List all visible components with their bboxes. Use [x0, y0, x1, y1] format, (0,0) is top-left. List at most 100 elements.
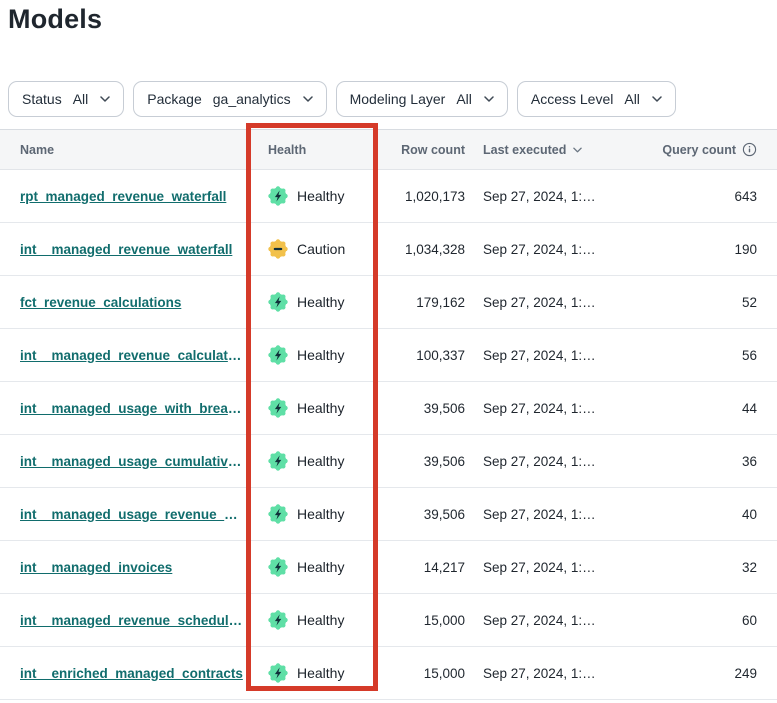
health-cell: Healthy: [248, 451, 380, 471]
column-header-query-count: Query count: [625, 142, 777, 157]
filter-label: Modeling Layer: [350, 91, 446, 107]
health-label: Healthy: [297, 400, 344, 416]
models-page: Models Status All Package ga_analytics M…: [0, 0, 777, 703]
filter-label: Package: [147, 91, 201, 107]
query-count-cell: 36: [625, 454, 777, 469]
last-executed-cell: Sep 27, 2024, 1:…: [465, 401, 625, 416]
health-cell: Healthy: [248, 292, 380, 312]
last-executed-cell: Sep 27, 2024, 1:…: [465, 189, 625, 204]
health-label: Healthy: [297, 347, 344, 363]
model-link[interactable]: int__enriched_managed_contracts: [20, 666, 244, 681]
health-badge-icon: [268, 239, 288, 259]
model-link[interactable]: int__managed_revenue_schedule_…: [20, 613, 244, 628]
row-count-cell: 179,162: [380, 295, 465, 310]
chevron-down-icon: [303, 96, 313, 102]
page-title: Models: [8, 4, 102, 35]
model-link[interactable]: int__managed_usage_with_breaka…: [20, 401, 244, 416]
health-cell: Healthy: [248, 663, 380, 683]
last-executed-cell: Sep 27, 2024, 1:…: [465, 560, 625, 575]
query-count-cell: 643: [625, 189, 777, 204]
table-row: int__managed_revenue_waterfall Caution: [0, 223, 777, 276]
model-link[interactable]: int__managed_usage_revenue_sc…: [20, 507, 244, 522]
health-cell: Healthy: [248, 186, 380, 206]
row-count-cell: 39,506: [380, 507, 465, 522]
health-cell: Healthy: [248, 398, 380, 418]
filter-value: All: [624, 91, 640, 107]
query-count-cell: 40: [625, 507, 777, 522]
column-header-row-count: Row count: [380, 143, 465, 157]
column-header-last-executed[interactable]: Last executed: [465, 143, 625, 157]
health-badge-icon: [268, 292, 288, 312]
chevron-down-icon: [652, 96, 662, 102]
query-count-cell: 60: [625, 613, 777, 628]
name-cell: int__managed_revenue_schedule_…: [0, 613, 248, 628]
name-cell: int__managed_invoices: [0, 560, 248, 575]
table-row: int__managed_revenue_schedule_… Healthy: [0, 594, 777, 647]
row-count-cell: 39,506: [380, 454, 465, 469]
sort-chevron-icon: [573, 147, 582, 153]
health-cell: Healthy: [248, 557, 380, 577]
chevron-down-icon: [484, 96, 494, 102]
name-cell: int__managed_usage_revenue_sc…: [0, 507, 248, 522]
table-row: int__managed_usage_cumulative_… Healthy: [0, 435, 777, 488]
table-row: int__enriched_managed_contracts Healthy: [0, 647, 777, 700]
filter-modeling-layer[interactable]: Modeling Layer All: [336, 81, 508, 117]
health-cell: Healthy: [248, 504, 380, 524]
row-count-cell: 15,000: [380, 666, 465, 681]
last-executed-cell: Sep 27, 2024, 1:…: [465, 242, 625, 257]
health-label: Healthy: [297, 453, 344, 469]
query-count-cell: 56: [625, 348, 777, 363]
health-label: Caution: [297, 241, 345, 257]
name-cell: rpt_managed_revenue_waterfall: [0, 189, 248, 204]
health-cell: Healthy: [248, 345, 380, 365]
last-executed-label: Last executed: [483, 143, 566, 157]
query-count-cell: 52: [625, 295, 777, 310]
health-badge-icon: [268, 398, 288, 418]
name-cell: int__enriched_managed_contracts: [0, 666, 248, 681]
model-link[interactable]: fct_revenue_calculations: [20, 295, 244, 310]
filter-label: Access Level: [531, 91, 613, 107]
filter-bar: Status All Package ga_analytics Modeling…: [8, 81, 676, 117]
model-link[interactable]: int__managed_revenue_calculations: [20, 348, 244, 363]
health-cell: Caution: [248, 239, 380, 259]
row-count-cell: 1,034,328: [380, 242, 465, 257]
model-link[interactable]: int__managed_usage_cumulative_…: [20, 454, 244, 469]
table-header-row: Name Health Row count Last executed Quer…: [0, 129, 777, 170]
row-count-cell: 39,506: [380, 401, 465, 416]
filter-label: Status: [22, 91, 62, 107]
table-body: rpt_managed_revenue_waterfall Healthy: [0, 170, 777, 700]
filter-value: All: [456, 91, 472, 107]
table-row: fct_revenue_calculations Healthy 1: [0, 276, 777, 329]
last-executed-cell: Sep 27, 2024, 1:…: [465, 454, 625, 469]
filter-package[interactable]: Package ga_analytics: [133, 81, 326, 117]
filter-status[interactable]: Status All: [8, 81, 124, 117]
model-link[interactable]: int__managed_invoices: [20, 560, 244, 575]
table-row: rpt_managed_revenue_waterfall Healthy: [0, 170, 777, 223]
last-executed-cell: Sep 27, 2024, 1:…: [465, 348, 625, 363]
last-executed-cell: Sep 27, 2024, 1:…: [465, 507, 625, 522]
info-icon[interactable]: [742, 142, 757, 157]
filter-access-level[interactable]: Access Level All: [517, 81, 676, 117]
health-label: Healthy: [297, 294, 344, 310]
name-cell: int__managed_usage_cumulative_…: [0, 454, 248, 469]
model-link[interactable]: int__managed_revenue_waterfall: [20, 242, 244, 257]
name-cell: fct_revenue_calculations: [0, 295, 248, 310]
health-cell: Healthy: [248, 610, 380, 630]
name-cell: int__managed_revenue_waterfall: [0, 242, 248, 257]
name-cell: int__managed_revenue_calculations: [0, 348, 248, 363]
health-label: Healthy: [297, 612, 344, 628]
table-row: int__managed_usage_revenue_sc… Healthy: [0, 488, 777, 541]
column-header-health: Health: [248, 143, 380, 157]
model-link[interactable]: rpt_managed_revenue_waterfall: [20, 189, 244, 204]
row-count-cell: 100,337: [380, 348, 465, 363]
table-row: int__managed_revenue_calculations Health…: [0, 329, 777, 382]
filter-value: ga_analytics: [213, 91, 291, 107]
row-count-cell: 15,000: [380, 613, 465, 628]
chevron-down-icon: [100, 96, 110, 102]
health-label: Healthy: [297, 665, 344, 681]
health-label: Healthy: [297, 559, 344, 575]
last-executed-cell: Sep 27, 2024, 1:…: [465, 613, 625, 628]
row-count-cell: 1,020,173: [380, 189, 465, 204]
health-badge-icon: [268, 345, 288, 365]
query-count-cell: 32: [625, 560, 777, 575]
